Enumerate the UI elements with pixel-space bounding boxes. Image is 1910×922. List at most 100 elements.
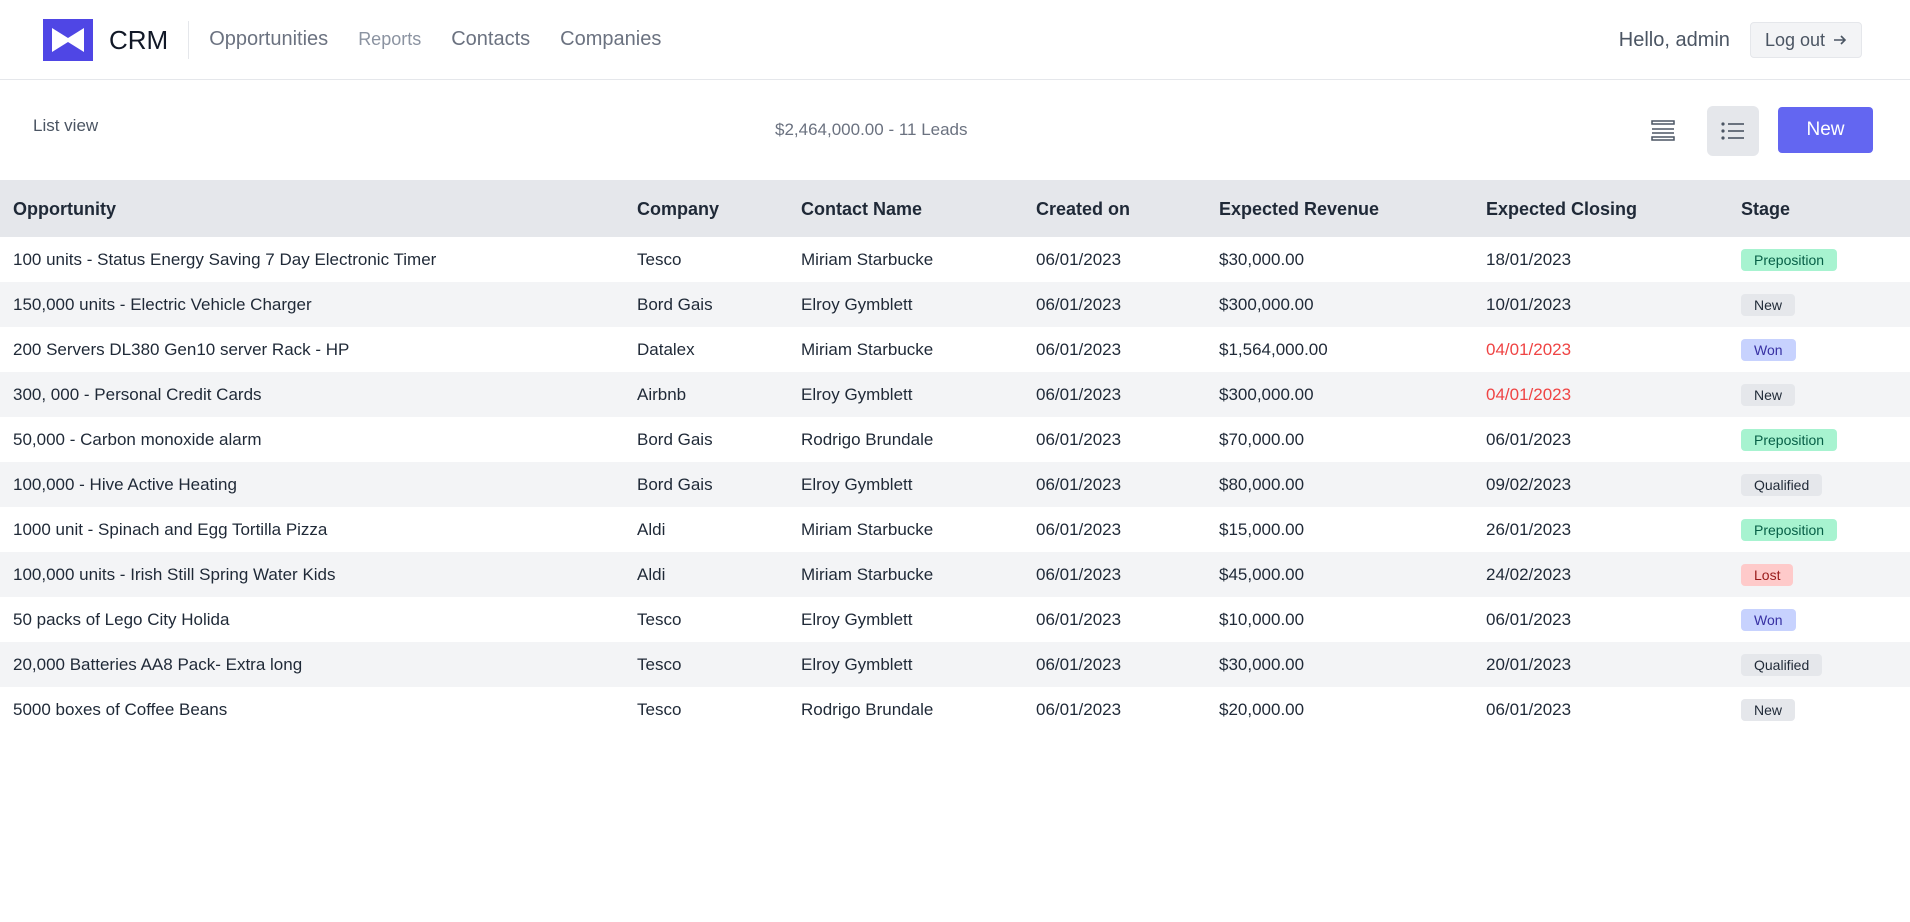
cell-company: Tesco xyxy=(637,249,682,269)
stage-badge: New xyxy=(1741,293,1796,316)
table-row[interactable]: 50,000 - Carbon monoxide alarm Bord Gais R… xyxy=(0,417,1910,462)
nav-opportunities[interactable]: Opportunities xyxy=(209,28,328,51)
column-header-opportunity[interactable]: Opportunity xyxy=(0,181,624,237)
cell-created-on: 06/01/2023 xyxy=(1036,294,1122,314)
table-body: 100 units - Status Energy Saving 7 Day E… xyxy=(0,237,1910,732)
table-row[interactable]: 20,000 Batteries AA8 Pack- Extra long Tes… xyxy=(0,642,1910,687)
cell-stage: Won xyxy=(1728,327,1910,372)
cell-opportunity: 1000 unit - Spinach and Egg Tortilla Piz… xyxy=(13,519,328,539)
stage-badge: Qualified xyxy=(1741,473,1823,496)
list-toolbar: List view $2,464,000.00 - 11 Leads New xyxy=(0,80,1910,181)
cell-expected-revenue: $10,000.00 xyxy=(1219,609,1305,629)
cell-expected-closing: 26/01/2023 xyxy=(1486,519,1572,539)
column-header-company[interactable]: Company xyxy=(624,181,788,237)
brand-name: CRM xyxy=(109,20,190,59)
cell-contact: Rodrigo Brundale xyxy=(801,699,934,719)
table-row[interactable]: 1000 unit - Spinach and Egg Tortilla Piz… xyxy=(0,507,1910,552)
column-header-contact[interactable]: Contact Name xyxy=(788,181,1023,237)
list-view-button[interactable] xyxy=(1707,106,1759,156)
table-header-row: Opportunity Company Contact Name Created… xyxy=(0,181,1910,237)
cell-company: Airbnb xyxy=(637,384,687,404)
table-row[interactable]: 200 Servers DL380 Gen10 server Rack - HP… xyxy=(0,327,1910,372)
cell-expected-closing: 18/01/2023 xyxy=(1486,249,1572,269)
cell-opportunity: 100,000 - Hive Active Heating xyxy=(13,474,237,494)
table-row[interactable]: 50 packs of Lego City Holida Tesco Elroy G… xyxy=(0,597,1910,642)
cell-expected-revenue: $300,000.00 xyxy=(1219,384,1314,404)
cell-company: Tesco xyxy=(637,609,682,629)
cell-company: Bord Gais xyxy=(637,429,713,449)
cell-stage: New xyxy=(1728,372,1910,417)
column-header-revenue[interactable]: Expected Revenue xyxy=(1206,181,1473,237)
stage-badge: Won xyxy=(1741,338,1796,361)
cell-expected-revenue: $70,000.00 xyxy=(1219,429,1305,449)
table-row[interactable]: 150,000 units - Electric Vehicle Charger… xyxy=(0,282,1910,327)
column-header-stage[interactable]: Stage xyxy=(1728,181,1910,237)
table-row[interactable]: 5000 boxes of Coffee Beans Tesco Rodrigo B… xyxy=(0,687,1910,732)
cell-contact: Elroy Gymblett xyxy=(801,654,913,674)
stage-badge: Lost xyxy=(1741,563,1794,586)
stage-badge: New xyxy=(1741,383,1796,406)
cell-expected-closing: 06/01/2023 xyxy=(1486,609,1572,629)
crm-logo-icon xyxy=(43,18,93,61)
cell-opportunity: 50 packs of Lego City Holida xyxy=(13,609,230,629)
cell-contact: Elroy Gymblett xyxy=(801,474,913,494)
cell-created-on: 06/01/2023 xyxy=(1036,429,1122,449)
cell-opportunity: 50,000 - Carbon monoxide alarm xyxy=(13,429,262,449)
cell-stage: Lost xyxy=(1728,552,1910,597)
cell-opportunity: 100,000 units - Irish Still Spring Water… xyxy=(13,564,336,584)
cell-created-on: 06/01/2023 xyxy=(1036,384,1122,404)
cell-expected-closing: 06/01/2023 xyxy=(1486,429,1572,449)
cell-company: Bord Gais xyxy=(637,294,713,314)
cell-created-on: 06/01/2023 xyxy=(1036,699,1122,719)
cell-contact: Elroy Gymblett xyxy=(801,384,913,404)
cell-created-on: 06/01/2023 xyxy=(1036,564,1122,584)
table-row[interactable]: 100,000 units - Irish Still Spring Water… xyxy=(0,552,1910,597)
stage-badge: Preposition xyxy=(1741,518,1838,541)
cell-company: Tesco xyxy=(637,654,682,674)
cell-stage: Qualified xyxy=(1728,462,1910,507)
cell-stage: Preposition xyxy=(1728,417,1910,462)
nav-companies[interactable]: Companies xyxy=(560,28,661,51)
cell-created-on: 06/01/2023 xyxy=(1036,249,1122,269)
user-area: Hello, admin Log out xyxy=(1619,22,1862,58)
kanban-view-button[interactable] xyxy=(1637,106,1689,156)
cell-created-on: 06/01/2023 xyxy=(1036,609,1122,629)
cell-expected-revenue: $30,000.00 xyxy=(1219,654,1305,674)
cell-expected-revenue: $30,000.00 xyxy=(1219,249,1305,269)
cell-expected-revenue: $1,564,000.00 xyxy=(1219,339,1328,359)
stage-badge: Preposition xyxy=(1741,428,1838,451)
column-header-closing[interactable]: Expected Closing xyxy=(1473,181,1728,237)
cell-company: Aldi xyxy=(637,564,666,584)
cell-stage: New xyxy=(1728,687,1910,732)
list-icon xyxy=(1721,122,1744,140)
cell-company: Aldi xyxy=(637,519,666,539)
nav-contacts[interactable]: Contacts xyxy=(451,28,530,51)
logout-button[interactable]: Log out xyxy=(1749,22,1862,58)
cell-created-on: 06/01/2023 xyxy=(1036,474,1122,494)
cell-contact: Rodrigo Brundale xyxy=(801,429,934,449)
new-opportunity-button[interactable]: New xyxy=(1778,107,1873,153)
cell-contact: Miriam Starbucke xyxy=(801,564,934,584)
table-row[interactable]: 100,000 - Hive Active Heating Bord Gais El… xyxy=(0,462,1910,507)
cell-created-on: 06/01/2023 xyxy=(1036,519,1122,539)
cell-contact: Elroy Gymblett xyxy=(801,294,913,314)
cell-company: Tesco xyxy=(637,699,682,719)
view-title: List view xyxy=(33,116,99,135)
cell-expected-revenue: $15,000.00 xyxy=(1219,519,1305,539)
cell-contact: Miriam Starbucke xyxy=(801,519,934,539)
table-row[interactable]: 100 units - Status Energy Saving 7 Day E… xyxy=(0,237,1910,282)
cell-stage: Won xyxy=(1728,597,1910,642)
cell-expected-closing: 10/01/2023 xyxy=(1486,294,1572,314)
table-row[interactable]: 300, 000 - Personal Credit Cards Airbnb El… xyxy=(0,372,1910,417)
cell-stage: Qualified xyxy=(1728,642,1910,687)
cell-opportunity: 200 Servers DL380 Gen10 server Rack - HP xyxy=(13,339,350,359)
column-header-created[interactable]: Created on xyxy=(1023,181,1206,237)
brand[interactable]: CRM xyxy=(43,18,190,61)
cell-opportunity: 150,000 units - Electric Vehicle Charger xyxy=(13,294,312,314)
nav-reports[interactable]: Reports xyxy=(358,29,421,50)
cell-expected-closing: 20/01/2023 xyxy=(1486,654,1572,674)
main-nav: Opportunities Reports Contacts Companies xyxy=(209,28,691,51)
cell-expected-closing: 06/01/2023 xyxy=(1486,699,1572,719)
leads-summary: $2,464,000.00 - 11 Leads xyxy=(775,120,968,139)
stage-badge: Preposition xyxy=(1741,248,1838,271)
